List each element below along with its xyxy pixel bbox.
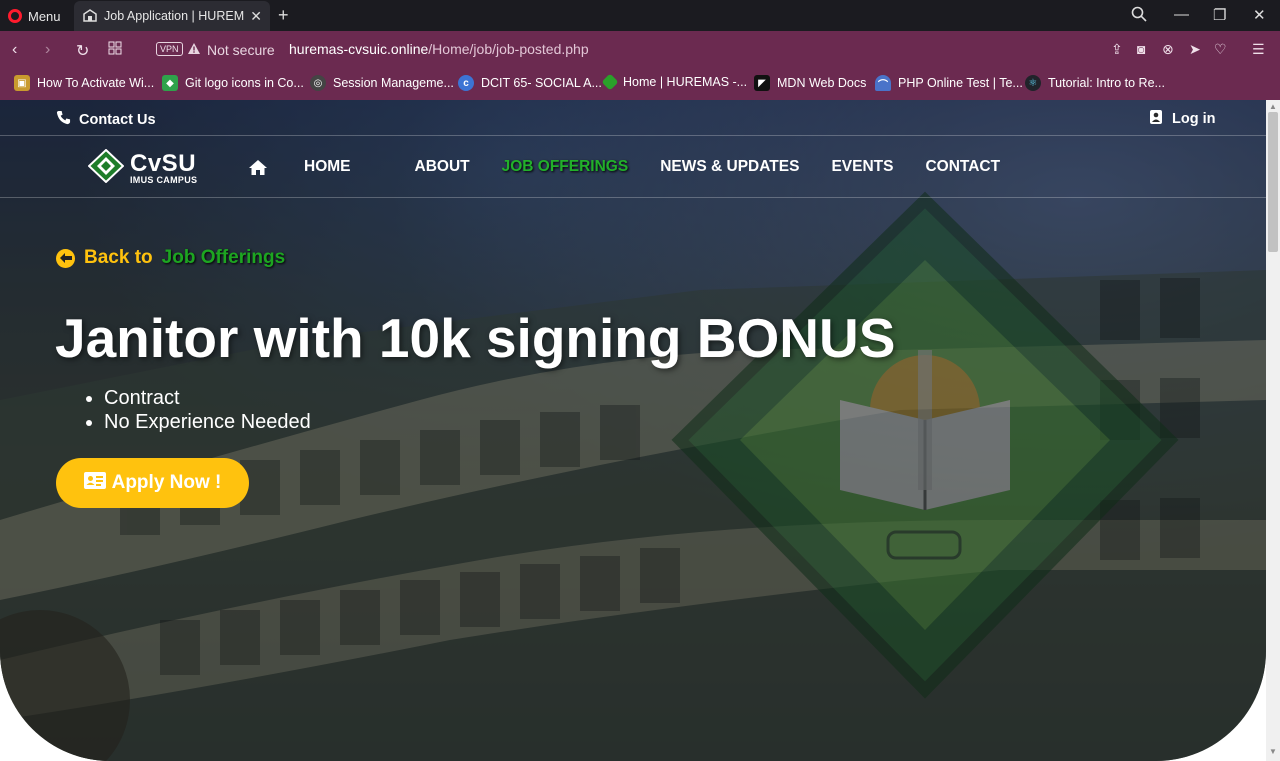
active-tab[interactable]: Job Application | HUREMAS ✕ (74, 1, 270, 31)
heart-icon[interactable]: ♡ (1214, 41, 1227, 58)
bookmark-item[interactable]: ◎ Session Manageme... (310, 75, 454, 91)
back-target: Job Offerings (161, 247, 286, 268)
job-title: Janitor with 10k signing BONUS (55, 307, 896, 369)
url-field[interactable]: huremas-cvsuic.online/Home/job/job-poste… (289, 41, 589, 57)
home-icon (249, 159, 267, 175)
cvsu-seal-icon (87, 148, 125, 188)
forward-icon[interactable]: › (45, 41, 50, 59)
bookmark-item[interactable]: ⚛ Tutorial: Intro to Re... (1025, 75, 1165, 91)
search-tabs-icon[interactable] (1131, 6, 1147, 26)
easy-setup-icon[interactable]: ☰ (1252, 41, 1265, 58)
vpn-badge[interactable]: VPN (156, 42, 183, 56)
cvsu-logo[interactable]: CvSU IMUS CAMPUS (87, 148, 198, 188)
bookmark-label: MDN Web Docs (777, 76, 867, 90)
contact-us-label: Contact Us (79, 111, 156, 128)
scrollbar-thumb[interactable] (1268, 112, 1278, 252)
main-navigation: CvSU IMUS CAMPUS HOME ABOUT JOB OFFERING… (0, 136, 1266, 198)
address-bar: ‹ › ↻ VPN Not secure huremas-cvsuic.onli… (0, 31, 1280, 69)
phone-icon (56, 110, 71, 129)
snapshot-icon[interactable]: ◙ (1137, 41, 1145, 57)
bookmarks-bar: ▣ How To Activate Wi... ◆ Git logo icons… (0, 69, 1280, 100)
huremas-favicon-icon (82, 9, 98, 23)
job-tag-employment-type: Contract (104, 386, 311, 410)
job-tags: Contract No Experience Needed (104, 386, 311, 434)
tabs-grid-icon[interactable] (108, 41, 122, 60)
huremas-icon (601, 73, 619, 91)
apply-now-button[interactable]: Apply Now ! (56, 458, 249, 508)
job-tag-experience: No Experience Needed (104, 410, 311, 434)
nav-job-offerings[interactable]: JOB OFFERINGS (502, 158, 629, 176)
nav-about[interactable]: ABOUT (415, 158, 470, 176)
session-icon: ◎ (310, 75, 326, 91)
bookmark-label: PHP Online Test | Te... (898, 76, 1023, 90)
bookmark-label: Session Manageme... (333, 76, 454, 90)
logo-wordmark: CvSU (130, 149, 197, 177)
reload-icon[interactable]: ↻ (76, 41, 89, 61)
nav-home[interactable]: HOME (249, 158, 383, 176)
security-indicator[interactable]: Not secure (187, 42, 275, 58)
bookmark-item[interactable]: ◆ Git logo icons in Co... (162, 75, 304, 91)
nav-news-updates[interactable]: NEWS & UPDATES (660, 158, 799, 176)
git-icon: ◆ (162, 75, 178, 91)
top-utility-bar: Contact Us Log in (0, 100, 1266, 136)
bookmark-label: Home | HUREMAS -... (623, 75, 748, 89)
bookmark-item[interactable]: ⌒ PHP Online Test | Te... (875, 75, 1023, 91)
apply-now-label: Apply Now ! (111, 472, 222, 493)
bookmark-item[interactable]: ▣ How To Activate Wi... (14, 75, 154, 91)
warning-icon (187, 42, 201, 58)
bookmark-label: Tutorial: Intro to Re... (1048, 76, 1165, 90)
id-card-icon (83, 471, 106, 495)
back-prefix: Back to (84, 247, 153, 268)
user-badge-icon (1150, 110, 1162, 128)
login-label: Log in (1172, 111, 1216, 127)
opera-logo-icon (8, 9, 22, 23)
back-to-job-offerings-link[interactable]: Back to Job Offerings (56, 247, 285, 269)
php-icon: ⌒ (875, 75, 891, 91)
bookmark-label: Git logo icons in Co... (185, 76, 304, 90)
bookmark-label: How To Activate Wi... (37, 76, 155, 90)
bookmark-item[interactable]: c DCIT 65- SOCIAL A... (458, 75, 602, 91)
new-tab-icon[interactable]: + (278, 5, 289, 26)
bookmark-item[interactable]: ◤ MDN Web Docs (754, 75, 866, 91)
contact-us-link[interactable]: Contact Us (56, 110, 156, 129)
nav-links: HOME ABOUT JOB OFFERINGS NEWS & UPDATES … (249, 158, 1032, 176)
browser-menu-button[interactable]: Menu (8, 6, 61, 26)
restore-icon[interactable]: ❐ (1213, 6, 1226, 24)
nav-home-label: HOME (304, 158, 351, 175)
scroll-down-arrow-icon[interactable]: ▼ (1269, 747, 1277, 756)
classroom-icon: c (458, 75, 474, 91)
windows-icon: ▣ (14, 75, 30, 91)
nav-contact[interactable]: CONTACT (925, 158, 1000, 176)
nav-events[interactable]: EVENTS (831, 158, 893, 176)
bookmark-item[interactable]: Home | HUREMAS -... (601, 73, 748, 91)
adblock-icon[interactable]: ⊗ (1162, 41, 1174, 58)
url-path: /Home/job/job-posted.php (428, 41, 589, 57)
browser-tab-bar: Menu Job Application | HUREMAS ✕ + — ❐ ✕ (0, 0, 1280, 31)
logo-subtitle: IMUS CAMPUS (130, 174, 198, 185)
back-icon[interactable]: ‹ (12, 41, 17, 59)
login-link[interactable]: Log in (1150, 110, 1216, 128)
minimize-icon[interactable]: — (1174, 6, 1189, 23)
react-icon: ⚛ (1025, 75, 1041, 91)
scroll-up-arrow-icon[interactable]: ▲ (1269, 102, 1277, 111)
hero-section: Contact Us Log in CvSU IMUS CAMPUS HOME … (0, 100, 1266, 761)
url-host: huremas-cvsuic.online (289, 41, 429, 57)
mdn-icon: ◤ (754, 75, 770, 91)
send-icon[interactable]: ➤ (1189, 41, 1201, 58)
arrow-left-circle-icon (56, 248, 75, 268)
share-icon[interactable]: ⇪ (1111, 41, 1123, 58)
page-viewport: Contact Us Log in CvSU IMUS CAMPUS HOME … (0, 100, 1266, 761)
close-window-icon[interactable]: ✕ (1253, 6, 1266, 24)
bookmark-label: DCIT 65- SOCIAL A... (481, 76, 602, 90)
close-tab-icon[interactable]: ✕ (250, 8, 262, 25)
browser-menu-label: Menu (28, 8, 61, 24)
tab-title: Job Application | HUREMAS (104, 9, 245, 23)
security-label: Not secure (207, 42, 275, 58)
